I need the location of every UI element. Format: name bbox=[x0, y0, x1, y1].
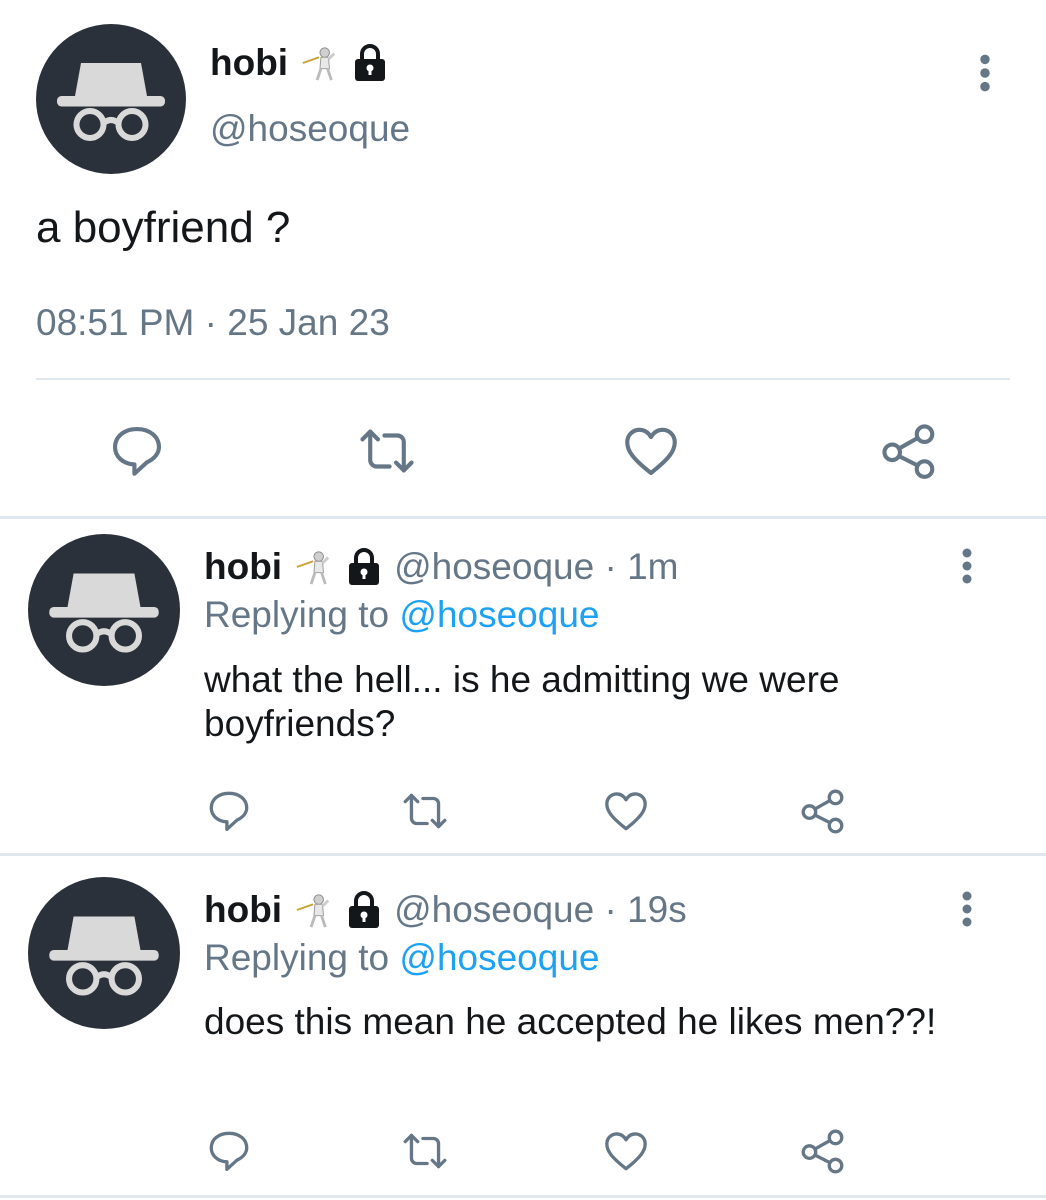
reply-actions bbox=[0, 1126, 1046, 1176]
lock-icon bbox=[350, 43, 390, 83]
replying-to: Replying to @hoseoque bbox=[204, 937, 600, 979]
fencer-emoji-icon bbox=[294, 891, 332, 929]
reply-icon[interactable] bbox=[204, 786, 254, 836]
reply-icon[interactable] bbox=[106, 420, 168, 482]
author-name-text: hobi bbox=[210, 42, 289, 83]
tweet-text: a boyfriend ? bbox=[36, 203, 291, 252]
avatar[interactable] bbox=[28, 534, 180, 686]
reply-header: hobi @hoseoque · 1m bbox=[204, 546, 678, 588]
tweet-actions bbox=[0, 420, 1046, 480]
fencer-emoji-icon bbox=[300, 44, 338, 82]
replying-to-link[interactable]: @hoseoque bbox=[399, 937, 599, 978]
more-options-icon[interactable] bbox=[974, 52, 996, 94]
author-name[interactable]: hobi bbox=[210, 42, 390, 84]
avatar[interactable] bbox=[28, 877, 180, 1029]
like-icon[interactable] bbox=[601, 786, 651, 836]
retweet-icon[interactable] bbox=[400, 1126, 450, 1176]
author-handle[interactable]: @hoseoque bbox=[210, 108, 410, 150]
share-icon[interactable] bbox=[798, 1126, 848, 1176]
incognito-icon bbox=[57, 63, 165, 141]
reply-text: does this mean he accepted he likes men?… bbox=[204, 1001, 937, 1042]
author-name[interactable]: hobi bbox=[204, 889, 282, 931]
like-icon[interactable] bbox=[601, 1126, 651, 1176]
retweet-icon[interactable] bbox=[356, 420, 418, 482]
replying-to-label: Replying to bbox=[204, 937, 390, 978]
author-handle-time[interactable]: @hoseoque · 1m bbox=[394, 546, 678, 588]
author-handle-time[interactable]: @hoseoque · 19s bbox=[394, 889, 687, 931]
reply-text: what the hell... is he admitting we were… bbox=[204, 659, 840, 744]
incognito-icon bbox=[49, 916, 159, 996]
tweet-separator bbox=[0, 853, 1046, 856]
author-name[interactable]: hobi bbox=[204, 546, 282, 588]
reply-icon[interactable] bbox=[204, 1126, 254, 1176]
retweet-icon[interactable] bbox=[400, 786, 450, 836]
more-options-icon[interactable] bbox=[957, 546, 977, 586]
lock-icon bbox=[344, 547, 384, 587]
incognito-icon bbox=[49, 573, 159, 653]
like-icon[interactable] bbox=[620, 420, 682, 482]
tweet-separator bbox=[0, 1195, 1046, 1198]
replying-to: Replying to @hoseoque bbox=[204, 594, 600, 636]
tweet-separator bbox=[0, 516, 1046, 519]
replying-to-link[interactable]: @hoseoque bbox=[399, 594, 599, 635]
avatar[interactable] bbox=[36, 24, 186, 174]
more-options-icon[interactable] bbox=[957, 889, 977, 929]
replying-to-label: Replying to bbox=[204, 594, 390, 635]
lock-icon bbox=[344, 890, 384, 930]
fencer-emoji-icon bbox=[294, 548, 332, 586]
reply-actions bbox=[0, 786, 1046, 836]
reply-header: hobi @hoseoque · 19s bbox=[204, 889, 687, 931]
share-icon[interactable] bbox=[878, 420, 940, 482]
tweet-timestamp: 08:51 PM · 25 Jan 23 bbox=[36, 302, 390, 343]
divider bbox=[36, 378, 1010, 380]
share-icon[interactable] bbox=[798, 786, 848, 836]
